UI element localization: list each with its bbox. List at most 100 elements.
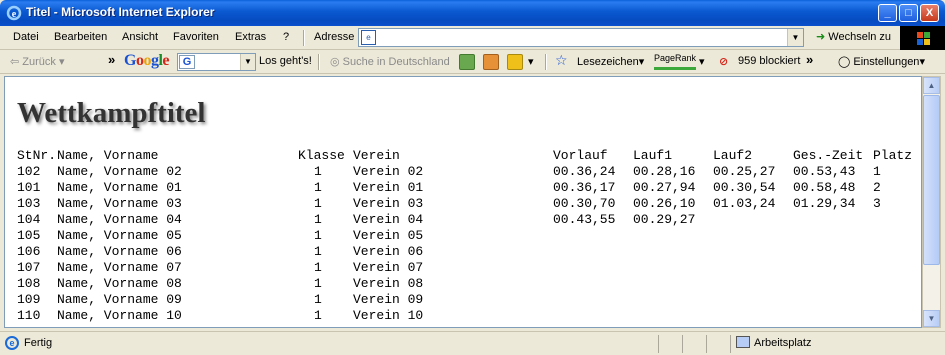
menu-favoriten[interactable]: Favoriten — [173, 31, 219, 43]
pagerank-label: PageRank — [654, 53, 697, 63]
popup-blocked-count[interactable]: 959 blockiert — [738, 55, 800, 67]
cell-stnr: 110 — [17, 308, 41, 323]
status-panel — [658, 335, 682, 353]
address-dropdown-icon[interactable]: ▼ — [787, 29, 803, 46]
cell-verein: Verein 09 — [353, 292, 424, 307]
menu-extras[interactable]: Extras — [235, 31, 266, 43]
menu-help[interactable]: ? — [283, 31, 289, 43]
cell-name: Name, Vorname 10 — [57, 308, 182, 323]
cell-verein: Verein 08 — [353, 276, 424, 291]
cell-verein: Verein 06 — [353, 244, 424, 259]
back-button[interactable]: ⇦ Zurück ▾ — [10, 55, 64, 68]
address-input[interactable]: e ▼ — [358, 28, 804, 47]
cell-lauf2: 00.25,27 — [713, 164, 776, 179]
shopping-icon[interactable] — [507, 54, 523, 70]
column-header-vorlauf: Vorlauf — [553, 148, 608, 163]
cell-name: Name, Vorname 07 — [57, 260, 182, 275]
cell-klasse: 1 — [314, 276, 322, 291]
cell-name: Name, Vorname 08 — [57, 276, 182, 291]
icons-dropdown-icon[interactable]: ▾ — [528, 55, 534, 68]
cell-stnr: 104 — [17, 212, 41, 227]
back-label: Zurück — [22, 56, 56, 68]
popup-blocker-icon: ⊘ — [719, 56, 729, 68]
cell-platz: 1 — [873, 164, 881, 179]
toolbar-separator — [318, 54, 320, 70]
cell-name: Name, Vorname 05 — [57, 228, 182, 243]
back-arrow-icon: ⇦ — [10, 56, 20, 68]
cell-verein: Verein 07 — [353, 260, 424, 275]
chevron-more-icon[interactable]: » — [108, 52, 115, 67]
status-panel — [682, 335, 706, 353]
cell-stnr: 101 — [17, 180, 41, 195]
cell-verein: Verein 03 — [353, 196, 424, 211]
toolbar-separator — [303, 30, 305, 46]
cell-klasse: 1 — [314, 196, 322, 211]
cell-verein: Verein 10 — [353, 308, 424, 323]
menu-datei[interactable]: Datei — [13, 31, 39, 43]
cell-klasse: 1 — [314, 212, 322, 227]
go-button[interactable]: ➜ Wechseln zu — [816, 30, 891, 43]
scroll-up-icon[interactable]: ▲ — [923, 77, 940, 94]
cell-klasse: 1 — [314, 308, 322, 323]
go-arrow-icon: ➜ — [816, 31, 826, 43]
zone-label: Arbeitsplatz — [754, 337, 812, 349]
scroll-thumb[interactable] — [923, 95, 940, 265]
column-header-platz: Platz — [873, 148, 913, 163]
cell-name: Name, Vorname 03 — [57, 196, 182, 211]
window-title: Titel - Microsoft Internet Explorer — [26, 5, 215, 19]
cell-stnr: 108 — [17, 276, 41, 291]
bookmarks-button[interactable]: Lesezeichen▾ — [577, 55, 644, 68]
cell-klasse: 1 — [314, 292, 322, 307]
page-content: Wettkampftitel StNr. Name, Vorname Klasse V… — [4, 76, 922, 328]
ie-logo-icon: e — [6, 5, 22, 21]
star-icon[interactable]: ☆ — [555, 52, 568, 69]
pagerank-dropdown-icon[interactable]: ▾ — [699, 55, 705, 68]
pagerank-button[interactable]: PageRank — [654, 53, 696, 73]
menu-ansicht[interactable]: Ansicht — [122, 31, 158, 43]
vertical-scrollbar[interactable]: ▲ ▼ — [922, 76, 941, 328]
settings-icon: ◯ — [838, 56, 851, 68]
search-germany-button[interactable]: ◎ Suche in Deutschland — [330, 55, 450, 68]
cell-lauf2: 01.03,24 — [713, 196, 776, 211]
minimize-button[interactable]: _ — [878, 4, 897, 22]
maximize-button[interactable]: □ — [899, 4, 918, 22]
computer-icon — [736, 336, 750, 348]
cell-platz: 2 — [873, 180, 881, 195]
column-header-verein: Verein — [353, 148, 400, 163]
google-logo[interactable]: Google — [124, 52, 169, 70]
cell-klasse: 1 — [314, 228, 322, 243]
google-search-input[interactable]: G ▼ — [177, 53, 256, 71]
search-globe-icon: ◎ — [330, 56, 340, 68]
cell-lauf1: 00.29,27 — [633, 212, 696, 227]
cell-lauf1: 00.26,10 — [633, 196, 696, 211]
menu-bearbeiten[interactable]: Bearbeiten — [54, 31, 107, 43]
go-label: Wechseln zu — [828, 31, 892, 43]
scroll-down-icon[interactable]: ▼ — [923, 310, 940, 327]
toolbar-separator — [545, 54, 547, 70]
settings-button[interactable]: ◯ Einstellungen▾ — [838, 55, 925, 68]
cell-stnr: 105 — [17, 228, 41, 243]
chevron-more-icon[interactable]: » — [806, 52, 813, 67]
status-bar: e Fertig Arbeitsplatz — [0, 331, 945, 355]
cell-name: Name, Vorname 06 — [57, 244, 182, 259]
cell-name: Name, Vorname 02 — [57, 164, 182, 179]
page-title: Wettkampftitel — [17, 97, 206, 129]
close-button[interactable]: X — [920, 4, 939, 22]
search-go-button[interactable]: Los geht's! — [259, 55, 312, 67]
address-label: Adresse — [314, 31, 355, 43]
bookmarks-label: Lesezeichen — [577, 56, 639, 68]
cell-stnr: 103 — [17, 196, 41, 211]
column-header-klasse: Klasse — [298, 148, 345, 163]
google-search-dropdown-icon[interactable]: ▼ — [240, 54, 255, 70]
cell-gesamtzeit: 00.53,43 — [793, 164, 856, 179]
cell-klasse: 1 — [314, 164, 322, 179]
image-search-icon[interactable] — [459, 54, 475, 70]
page-status-icon: e — [5, 336, 19, 350]
column-header-gesamtzeit: Ges.-Zeit — [793, 148, 864, 163]
cell-verein: Verein 01 — [353, 180, 424, 195]
cell-vorlauf: 00.43,55 — [553, 212, 616, 227]
news-icon[interactable] — [483, 54, 499, 70]
cell-verein: Verein 05 — [353, 228, 424, 243]
cell-platz: 3 — [873, 196, 881, 211]
cell-stnr: 106 — [17, 244, 41, 259]
